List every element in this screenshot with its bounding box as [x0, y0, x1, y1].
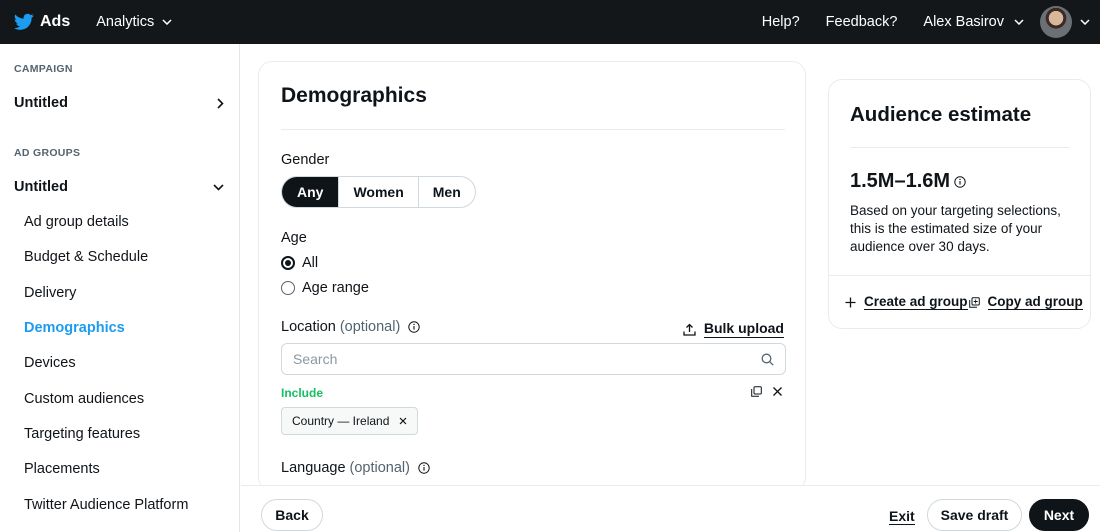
location-label-row: Location (optional): [281, 319, 420, 335]
bulk-upload-label: Bulk upload: [703, 320, 784, 338]
info-icon[interactable]: [954, 175, 966, 188]
upload-icon: [683, 323, 696, 336]
location-search-input[interactable]: [293, 351, 761, 367]
sidebar-item-budget-schedule[interactable]: Budget & Schedule: [24, 249, 148, 265]
language-optional: (optional): [349, 460, 410, 476]
age-option-all[interactable]: All: [281, 255, 318, 271]
campaign-item[interactable]: Untitled: [14, 95, 224, 111]
twitter-bird-icon: [14, 13, 34, 30]
audience-estimate-title: Audience estimate: [850, 103, 1032, 126]
age-option-range[interactable]: Age range: [281, 280, 369, 296]
info-icon[interactable]: [408, 321, 420, 333]
avatar: [1040, 6, 1072, 38]
audience-estimate-row: 1.5M–1.6M: [850, 170, 966, 193]
campaign-heading: CAMPAIGN: [14, 63, 73, 75]
exit-link[interactable]: Exit: [889, 508, 915, 525]
sidebar-item-devices[interactable]: Devices: [24, 355, 76, 371]
ads-logo[interactable]: Ads: [14, 13, 70, 31]
audience-actions: Create ad group Copy ad group: [845, 294, 1083, 310]
audience-estimate-value: 1.5M–1.6M: [850, 170, 951, 192]
avatar-menu[interactable]: [1038, 6, 1100, 38]
chevron-right-icon: [217, 97, 224, 109]
bulk-upload-link[interactable]: Bulk upload: [683, 320, 784, 338]
chevron-down-icon: [162, 19, 172, 25]
ad-group-item[interactable]: Untitled: [14, 179, 224, 195]
include-label: Include: [281, 386, 324, 400]
top-bar: Ads Analytics Help? Feedback? Alex Basir…: [0, 0, 1100, 44]
language-label-row: Language (optional): [281, 460, 430, 476]
divider: [829, 275, 1090, 276]
create-ad-group-label: Create ad group: [864, 294, 968, 310]
close-icon[interactable]: [399, 417, 407, 425]
gender-option-men[interactable]: Men: [419, 177, 475, 207]
chevron-down-icon: [1080, 19, 1090, 25]
bottom-action-bar: Back Exit Save draft Next: [241, 485, 1100, 532]
next-button[interactable]: Next: [1029, 499, 1089, 531]
radio-unselected-icon: [281, 281, 295, 295]
plus-icon: [845, 297, 856, 307]
sidebar-item-delivery[interactable]: Delivery: [24, 285, 76, 301]
page-title: Demographics: [281, 84, 427, 107]
demographics-card: Demographics Gender Any Women Men Age Al…: [258, 61, 806, 491]
divider: [281, 129, 785, 130]
sidebar-item-demographics[interactable]: Demographics: [24, 320, 125, 336]
location-optional: (optional): [339, 319, 401, 335]
user-name: Alex Basirov: [923, 14, 1004, 30]
divider: [850, 147, 1070, 148]
location-chip-label: Country — Ireland: [292, 414, 390, 428]
location-search: [281, 343, 786, 375]
chevron-down-icon: [1014, 19, 1024, 25]
copy-icon[interactable]: [751, 386, 762, 397]
account-menu[interactable]: Alex Basirov: [923, 14, 1038, 30]
save-draft-button[interactable]: Save draft: [927, 499, 1022, 531]
location-chip: Country — Ireland: [281, 407, 419, 435]
chevron-down-icon: [213, 183, 224, 191]
audience-estimate-description: Based on your targeting selections, this…: [850, 203, 1061, 254]
language-label: Language: [281, 460, 346, 476]
sidebar-item-placements[interactable]: Placements: [24, 461, 100, 477]
ad-group-name: Untitled: [14, 179, 68, 195]
close-icon[interactable]: [772, 386, 783, 397]
age-option-all-label: All: [302, 255, 319, 271]
copy-icon: [968, 296, 980, 308]
copy-ad-group-label: Copy ad group: [987, 294, 1083, 310]
audience-estimate-card: Audience estimate 1.5M–1.6M Based on you…: [828, 79, 1091, 329]
gender-option-women[interactable]: Women: [339, 177, 419, 207]
copy-ad-group-link[interactable]: Copy ad group: [968, 294, 1083, 310]
brand-label: Ads: [40, 13, 71, 30]
sidebar-item-custom-audiences[interactable]: Custom audiences: [24, 391, 144, 407]
include-actions: [741, 386, 783, 397]
gender-option-any[interactable]: Any: [282, 177, 340, 207]
ad-groups-heading: AD GROUPS: [14, 147, 81, 159]
analytics-menu[interactable]: Analytics: [96, 14, 172, 30]
back-button[interactable]: Back: [261, 499, 323, 531]
sidebar-item-targeting-features[interactable]: Targeting features: [24, 426, 140, 442]
sidebar-item-ad-group-details[interactable]: Ad group details: [24, 214, 129, 230]
feedback-link[interactable]: Feedback?: [826, 14, 898, 30]
search-icon: [761, 353, 774, 366]
campaign-name: Untitled: [14, 95, 68, 111]
info-icon[interactable]: [418, 462, 430, 474]
radio-selected-icon: [281, 256, 295, 270]
sidebar: CAMPAIGN Untitled AD GROUPS Untitled Ad …: [0, 44, 240, 532]
help-link[interactable]: Help?: [762, 14, 800, 30]
gender-selector: Any Women Men: [281, 176, 476, 208]
gender-label: Gender: [281, 152, 330, 168]
create-ad-group-link[interactable]: Create ad group: [845, 294, 968, 310]
analytics-label: Analytics: [96, 14, 155, 30]
age-option-range-label: Age range: [302, 280, 369, 296]
sidebar-item-twitter-audience-platform[interactable]: Twitter Audience Platform: [24, 497, 188, 513]
location-label: Location: [281, 319, 336, 335]
age-label: Age: [281, 230, 307, 246]
